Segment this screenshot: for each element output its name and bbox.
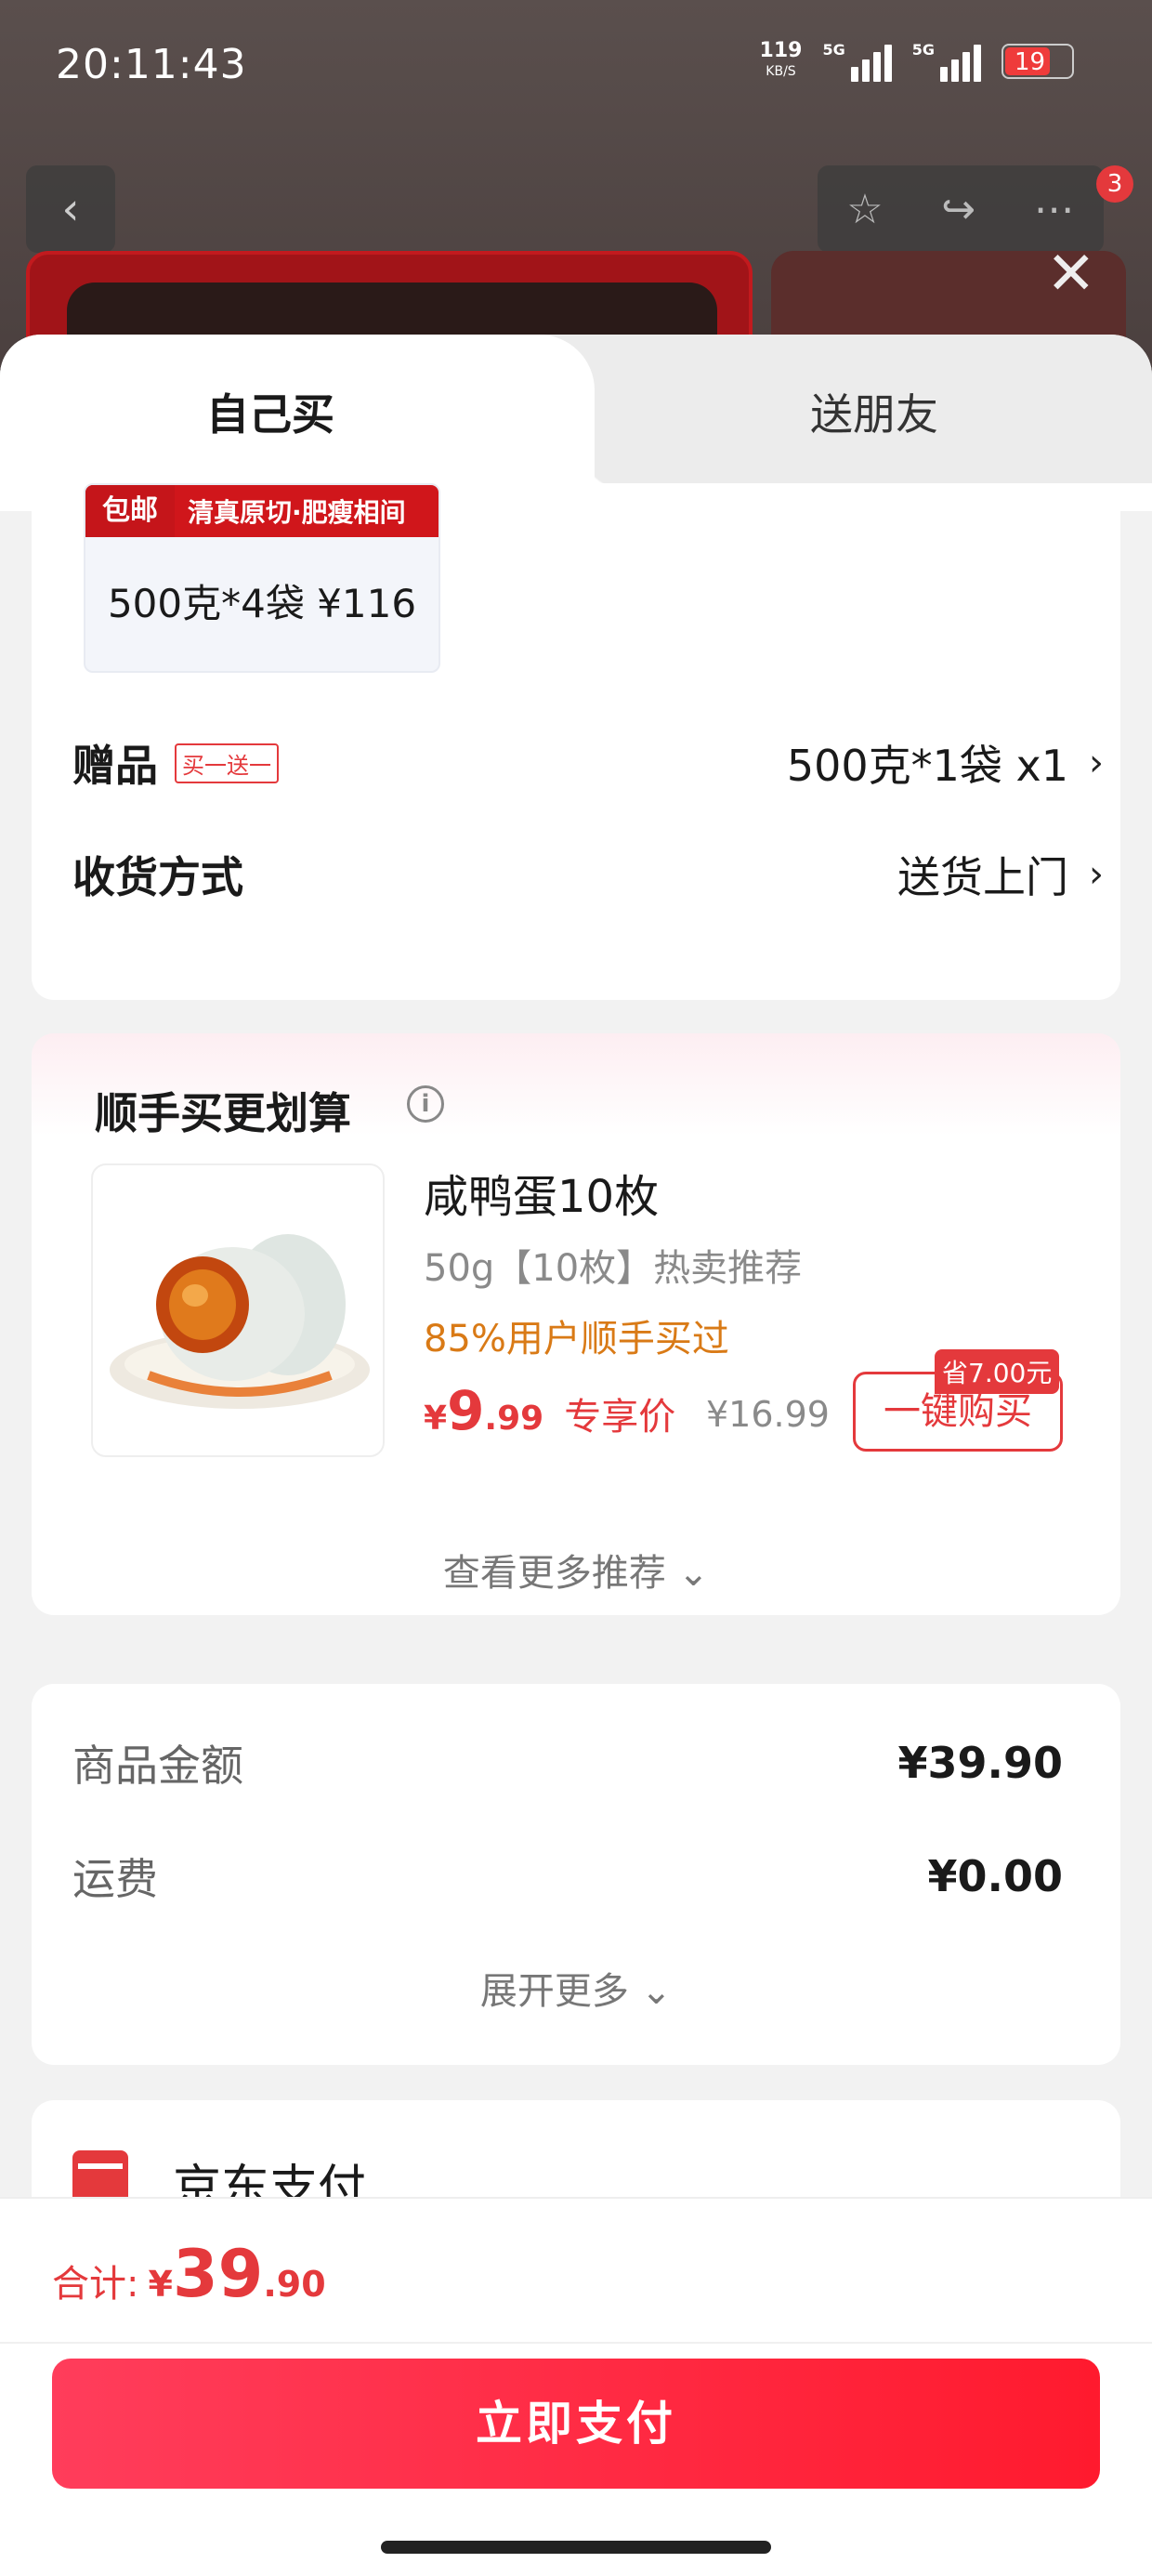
product-name[interactable]: 咸鸭蛋10枚 <box>424 1160 659 1225</box>
chevron-down-icon: ⌄ <box>640 1970 673 2013</box>
status-time: 20:11:43 <box>56 41 247 88</box>
product-image[interactable] <box>91 1163 385 1457</box>
battery-icon: 19 <box>1001 44 1074 79</box>
order-options-card: 包邮 清真原切·肥瘦相间 500克*4袋 ¥116 赠品 买一送一 500克*1… <box>32 483 1120 1000</box>
exclusive-price: ¥ 9 .99 专享价 <box>424 1379 676 1442</box>
back-button[interactable]: ‹ <box>26 165 115 253</box>
gift-promo-tag: 买一送一 <box>175 743 279 783</box>
checkout-bar: 合计: ¥ 39 .90 立即支付 <box>0 2197 1152 2576</box>
more-recommendations-link[interactable]: 查看更多推荐 ⌄ <box>32 1543 1120 1597</box>
chevron-right-icon: › <box>1089 742 1104 784</box>
status-bar: 20:11:43 119 KB/S 5G 5G 19 <box>0 0 1152 139</box>
product-subtitle: 50g【10枚】热卖推荐 <box>424 1247 803 1290</box>
gift-label: 赠品 <box>72 741 158 791</box>
tab-gift-friend[interactable]: 送朋友 <box>810 381 938 442</box>
gift-row[interactable]: 赠品 买一送一 500克*1袋 x1 › <box>72 732 1104 794</box>
tab-self-buy[interactable]: 自己买 <box>206 381 334 442</box>
chevron-left-icon: ‹ <box>61 183 80 235</box>
price-label: 专享价 <box>564 1396 676 1439</box>
delivery-row[interactable]: 收货方式 送货上门 › <box>72 844 1104 905</box>
share-icon[interactable]: ↪ <box>941 186 975 233</box>
delivery-label: 收货方式 <box>72 852 243 902</box>
free-shipping-tag: 包邮 <box>85 485 175 537</box>
total-amount: 合计: ¥ 39 .90 <box>52 2236 326 2312</box>
network-speed: 119 KB/S <box>759 39 803 80</box>
buy-rate-text: 85%用户顺手买过 <box>424 1318 729 1360</box>
original-price: ¥16.99 <box>706 1394 830 1435</box>
spec-label: 500克*4袋 ¥116 <box>107 581 417 626</box>
signal-icon-2: 5G <box>912 41 981 82</box>
divider <box>0 2342 1152 2344</box>
recommendation-card: 顺手买更划算 i 咸鸭蛋10枚 50g【10枚】热卖推荐 85%用户顺手买过 ¥… <box>32 1033 1120 1615</box>
status-icons: 119 KB/S 5G 5G 19 <box>760 41 1074 82</box>
spec-banner: 包邮 清真原切·肥瘦相间 <box>85 485 439 537</box>
delivery-value: 送货上门 <box>897 852 1068 902</box>
close-icon[interactable]: ✕ <box>1046 240 1096 309</box>
gift-value: 500克*1袋 x1 <box>786 741 1068 791</box>
pay-now-button[interactable]: 立即支付 <box>52 2359 1100 2489</box>
salted-egg-image <box>110 1234 370 1409</box>
chevron-down-icon: ⌄ <box>677 1552 710 1595</box>
chevron-right-icon: › <box>1089 853 1104 896</box>
more-icon[interactable]: ⋯ <box>1034 186 1075 233</box>
signal-icon: 5G <box>822 41 892 82</box>
notification-badge: 3 <box>1096 165 1133 203</box>
summary-row-shipping: 运费 ¥0.00 <box>72 1851 1063 1904</box>
purchase-tabs: 自己买 送朋友 <box>0 335 1152 493</box>
home-indicator <box>381 2541 771 2554</box>
star-icon[interactable]: ☆ <box>846 186 883 233</box>
save-badge: 省7.00元 <box>935 1349 1060 1394</box>
spec-tagline: 清真原切·肥瘦相间 <box>188 497 406 528</box>
recommendation-title: 顺手买更划算 <box>95 1088 351 1138</box>
spec-option[interactable]: 包邮 清真原切·肥瘦相间 500克*4袋 ¥116 <box>84 483 440 673</box>
price-summary-card: 商品金额 ¥39.90 运费 ¥0.00 展开更多 ⌄ <box>32 1684 1120 2065</box>
info-icon[interactable]: i <box>407 1085 444 1123</box>
summary-row-goods: 商品金额 ¥39.90 <box>72 1738 1063 1791</box>
expand-more-link[interactable]: 展开更多 ⌄ <box>32 1961 1120 2015</box>
